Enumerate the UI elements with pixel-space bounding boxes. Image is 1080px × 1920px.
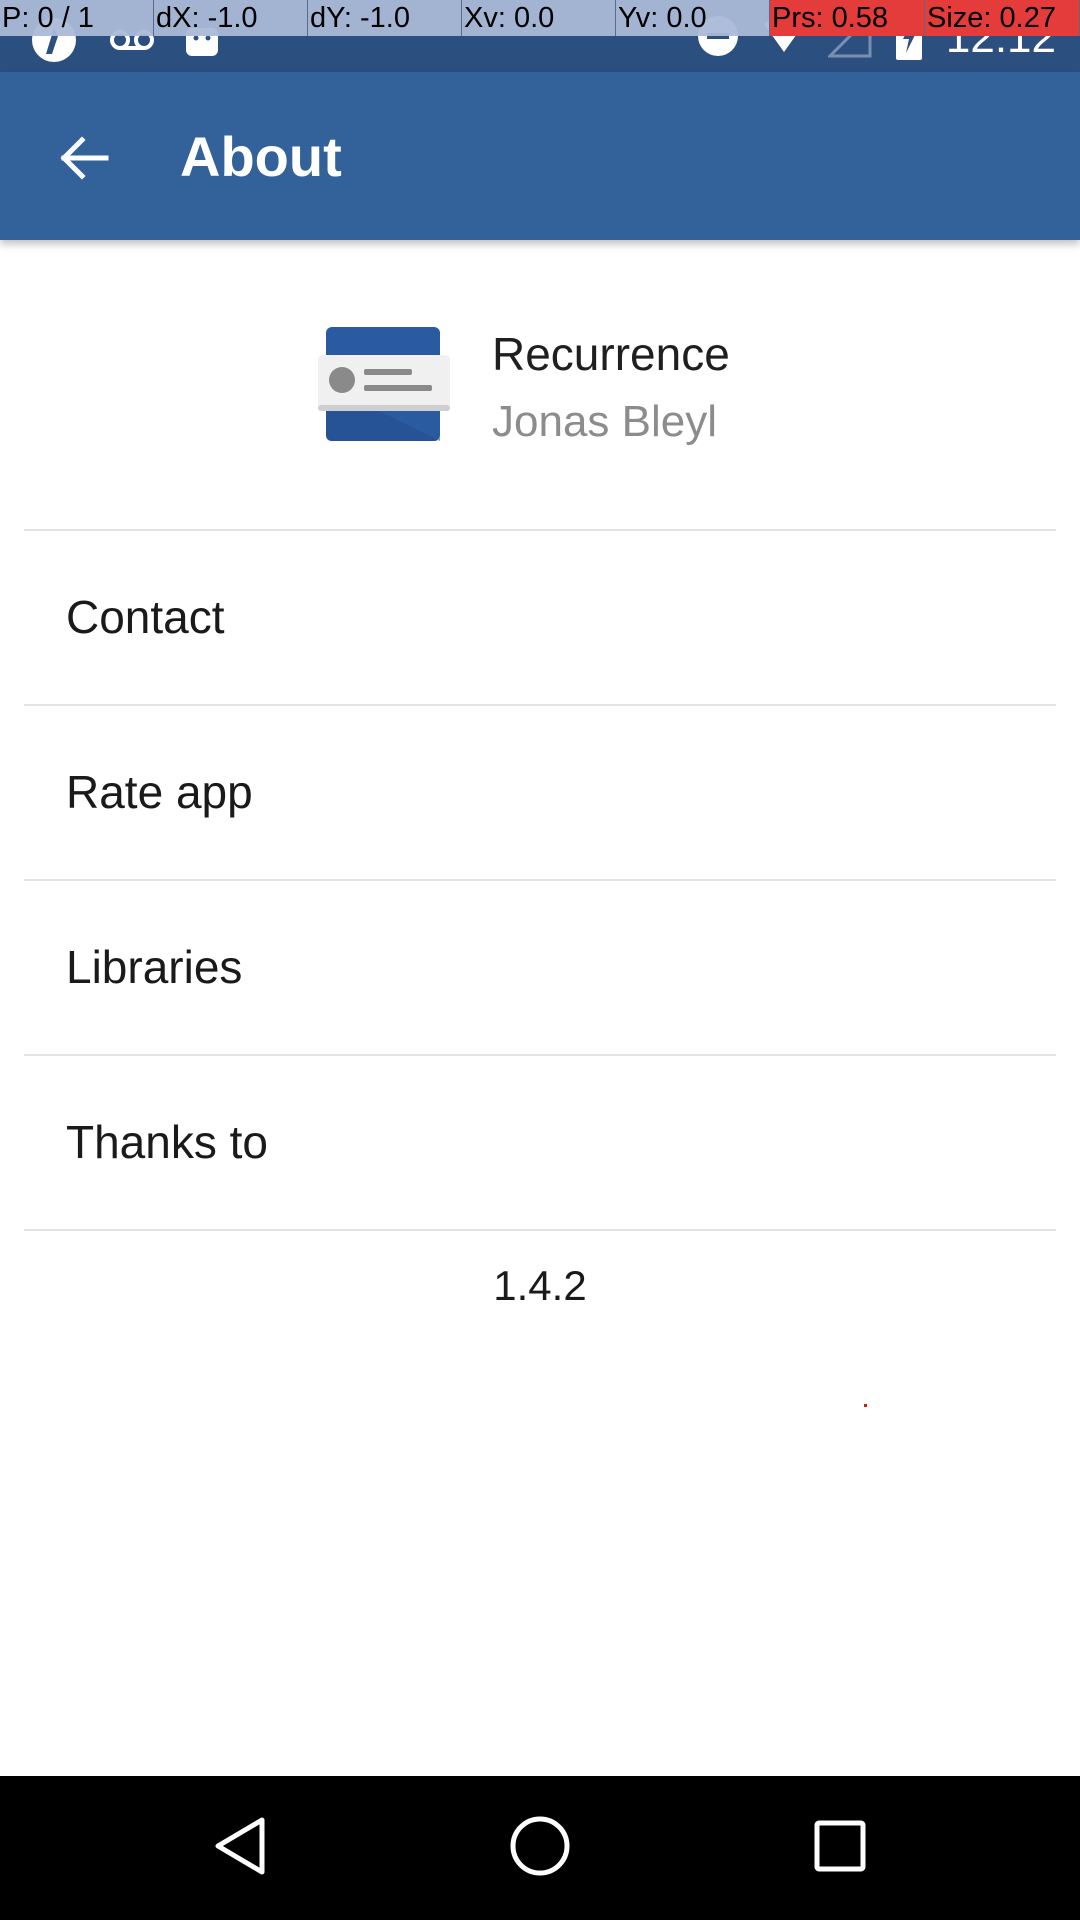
debug-xv: Xv: 0.0 (462, 0, 616, 36)
app-version: 1.4.2 (493, 1262, 587, 1309)
home-nav-icon (508, 1814, 572, 1883)
recurrence-app-icon (316, 325, 452, 455)
app-bar: About (0, 72, 1080, 240)
menu-item-contact[interactable]: Contact (0, 531, 1080, 704)
app-info-header: Recurrence Jonas Bleyl (0, 240, 1080, 530)
recents-nav-icon (810, 1816, 870, 1881)
nav-recents-button[interactable] (796, 1804, 884, 1892)
nav-back-button[interactable] (196, 1804, 284, 1892)
menu-item-label: Rate app (66, 766, 253, 818)
menu-item-label: Thanks to (66, 1116, 268, 1168)
back-button[interactable] (40, 116, 128, 204)
menu-item-libraries[interactable]: Libraries (0, 881, 1080, 1054)
pointer-debug-overlay: P: 0 / 1 dX: -1.0 dY: -1.0 Xv: 0.0 Yv: 0… (0, 0, 1080, 36)
nav-home-button[interactable] (496, 1804, 584, 1892)
menu-item-rate-app[interactable]: Rate app (0, 706, 1080, 879)
menu-item-thanks-to[interactable]: Thanks to (0, 1056, 1080, 1229)
menu-item-label: Contact (66, 591, 225, 643)
app-author: Jonas Bleyl (492, 397, 718, 446)
arrow-back-icon (58, 132, 110, 189)
divider (24, 1229, 1056, 1231)
app-name: Recurrence (492, 328, 730, 380)
touch-trace-dot (864, 1404, 867, 1407)
page-title: About (180, 125, 342, 188)
debug-pressure: Prs: 0.58 (770, 0, 925, 36)
debug-dx: dX: -1.0 (154, 0, 308, 36)
debug-dy: dY: -1.0 (308, 0, 462, 36)
debug-size: Size: 0.27 (925, 0, 1080, 36)
menu-item-label: Libraries (66, 941, 243, 993)
debug-yv: Yv: 0.0 (616, 0, 770, 36)
debug-pointer-count: P: 0 / 1 (0, 0, 154, 36)
back-nav-icon (210, 1814, 270, 1883)
navigation-bar (0, 1776, 1080, 1920)
